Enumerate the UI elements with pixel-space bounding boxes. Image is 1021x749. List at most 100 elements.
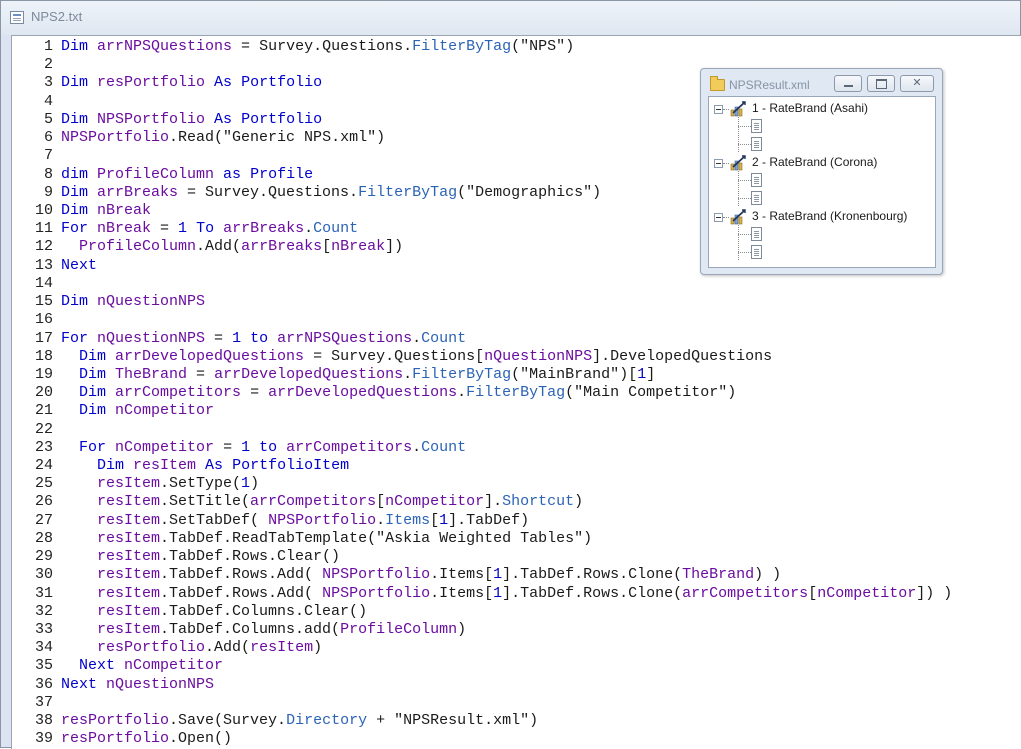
code-token: FilterByTag [412, 38, 512, 55]
code-token: = Survey.Questions[ [304, 347, 485, 365]
code-text: resItem.SetType(1) [61, 475, 259, 493]
code-token: ProfileColumn [340, 621, 458, 638]
code-token: = [214, 438, 242, 456]
line-number: 29 [34, 548, 53, 566]
code-token: resItem [97, 602, 161, 620]
code-token: FilterByTag [358, 183, 458, 201]
code-token: [ [430, 511, 440, 529]
code-token: Dim [97, 457, 134, 475]
code-token: ]) ) [916, 584, 953, 602]
line-number: 2 [43, 56, 53, 74]
code-text: Dim NPSPortfolio As Portfolio [61, 111, 322, 129]
code-token: = Survey.Questions. [178, 183, 359, 201]
code-token: . [313, 38, 323, 55]
code-token: Dim [79, 402, 116, 420]
code-token: ) [313, 639, 323, 657]
collapse-toggle[interactable] [714, 159, 723, 168]
code-token: . [304, 220, 314, 238]
code-token: resPortfolio [97, 74, 206, 92]
code-text: Dim TheBrand = arrDevelopedQuestions.Fil… [61, 366, 655, 384]
code-token: "Demographics" [466, 183, 593, 201]
code-token: = [151, 220, 179, 238]
line-number: 37 [34, 693, 53, 711]
code-token: to [250, 438, 287, 456]
line-number: 26 [34, 493, 53, 511]
line-number: 7 [43, 147, 53, 165]
code-text: resPortfolio.Save(Survey.Directory + "NP… [61, 712, 538, 730]
code-token: As [205, 110, 242, 128]
code-token: Dim [61, 201, 98, 219]
code-token: Dim [61, 293, 98, 311]
maximize-button[interactable] [867, 75, 895, 92]
line-number: 33 [34, 621, 53, 638]
code-token: ( [511, 365, 521, 383]
code-text: resItem.TabDef.Rows.Add( NPSPortfolio.It… [61, 566, 781, 584]
code-token: to [241, 329, 278, 347]
code-token: 1 [241, 475, 251, 493]
minimize-button[interactable] [834, 75, 862, 92]
code-token: Dim [79, 347, 116, 365]
code-token: Dim [61, 110, 98, 128]
child-title-bar[interactable]: NPSResult.xml [701, 69, 942, 97]
code-token: nCompetitor [817, 584, 917, 602]
code-text: Next [61, 257, 97, 275]
code-text: resPortfolio.Add(resItem) [61, 639, 322, 657]
code-token: . [376, 511, 386, 529]
result-tree[interactable]: 1 - RateBrand (Asahi) 2 - RateBrand (Coro… [708, 96, 936, 268]
collapse-toggle[interactable] [714, 213, 723, 222]
document-icon[interactable] [751, 245, 762, 259]
collapse-toggle[interactable] [714, 105, 723, 114]
line-number: 8 [43, 165, 53, 183]
tree-node-label[interactable]: 1 - RateBrand (Asahi) [752, 101, 868, 115]
code-token: arrBreaks [223, 220, 305, 238]
code-token: nQuestionNPS [106, 675, 215, 693]
tree-node-label[interactable]: 2 - RateBrand (Corona) [752, 155, 877, 169]
code-text: resItem.TabDef.Rows.Add( NPSPortfolio.It… [61, 585, 952, 603]
code-token: Profile [250, 165, 314, 183]
line-number: 30 [34, 566, 53, 584]
document-icon[interactable] [751, 227, 762, 241]
close-button[interactable] [900, 75, 934, 92]
code-token: nCompetitor [124, 657, 224, 675]
code-token: Questions [322, 38, 404, 55]
tree-node-label[interactable]: 3 - RateBrand (Kronenbourg) [752, 209, 907, 223]
code-token: .Open() [169, 730, 233, 748]
code-token: As [205, 74, 242, 92]
code-token: .SetTabDef( [160, 511, 269, 529]
document-icon[interactable] [751, 137, 762, 151]
folder-icon [710, 76, 725, 91]
code-token: .TabDef.Rows.Clear() [160, 548, 341, 566]
code-token: Directory [286, 712, 368, 730]
document-icon[interactable] [751, 191, 762, 205]
xml-result-window[interactable]: NPSResult.xml 1 - RateBrand (Asahi) 2 - R… [700, 68, 943, 275]
document-icon[interactable] [751, 119, 762, 133]
tree-connector [738, 198, 751, 199]
code-token: .Items[ [430, 584, 494, 602]
document-icon[interactable] [751, 173, 762, 187]
tree-connector [738, 144, 751, 145]
text-file-icon [10, 11, 24, 24]
code-token: resItem [97, 511, 161, 529]
code-token: .TabDef.Rows.Add( [160, 584, 323, 602]
code-text: resItem.TabDef.Columns.add(ProfileColumn… [61, 621, 466, 639]
code-token: Count [313, 220, 359, 238]
code-token: dim [61, 165, 98, 183]
code-token: PortfolioItem [232, 457, 350, 475]
code-token: nBreak [97, 201, 152, 219]
code-token: Next [61, 675, 107, 693]
code-token: as [214, 165, 251, 183]
code-token: nCompetitor [385, 493, 485, 511]
code-text: Dim resItem As PortfolioItem [61, 457, 349, 475]
code-token: [ [376, 493, 386, 511]
code-token: 1 [439, 511, 449, 529]
title-bar[interactable]: NPS2.txt [1, 1, 1020, 35]
code-token: .Items[ [430, 566, 494, 584]
